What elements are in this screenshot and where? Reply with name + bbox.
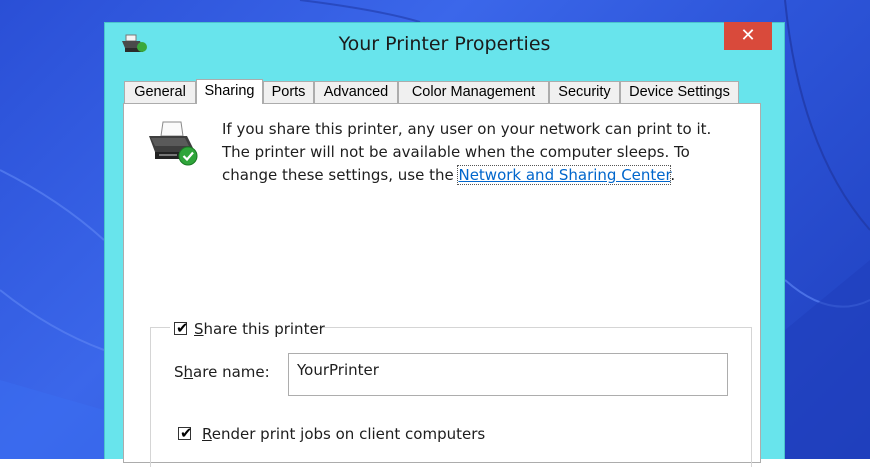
tab-advanced[interactable]: Advanced <box>314 81 398 103</box>
share-settings-group: ✔ Share this printer Share name: YourPri… <box>150 319 752 467</box>
close-icon: ✕ <box>740 25 756 46</box>
share-printer-checkbox[interactable]: ✔ <box>174 319 189 337</box>
tab-ports[interactable]: Ports <box>263 81 314 103</box>
checkmark-icon: ✔ <box>180 424 193 442</box>
window-title: Your Printer Properties <box>338 33 551 55</box>
sharing-info-text: If you share this printer, any user on y… <box>222 118 742 187</box>
printer-icon <box>145 118 199 168</box>
tab-security[interactable]: Security <box>549 81 620 103</box>
share-name-label: Share name: <box>174 363 270 381</box>
render-jobs-checkbox[interactable]: ✔ <box>178 424 193 442</box>
checkmark-icon: ✔ <box>176 319 189 337</box>
network-sharing-center-link[interactable]: Network and Sharing Center <box>457 165 672 185</box>
render-jobs-label[interactable]: Render print jobs on client computers <box>202 425 485 443</box>
sharing-info-end: . <box>670 166 676 184</box>
share-printer-label: Share this printer <box>194 320 325 338</box>
printer-properties-window: Your Printer Properties ✕ General Sharin… <box>104 22 785 467</box>
sharing-tab-panel: If you share this printer, any user on y… <box>123 103 761 467</box>
tab-device-settings[interactable]: Device Settings <box>620 81 739 103</box>
tab-color-management[interactable]: Color Management <box>398 81 549 103</box>
tab-general[interactable]: General <box>124 81 196 103</box>
close-button[interactable]: ✕ <box>724 22 772 50</box>
tab-sharing[interactable]: Sharing <box>196 79 263 104</box>
share-name-input[interactable]: YourPrinter <box>288 353 728 396</box>
share-printer-option[interactable]: ✔ Share this printer <box>170 319 325 339</box>
